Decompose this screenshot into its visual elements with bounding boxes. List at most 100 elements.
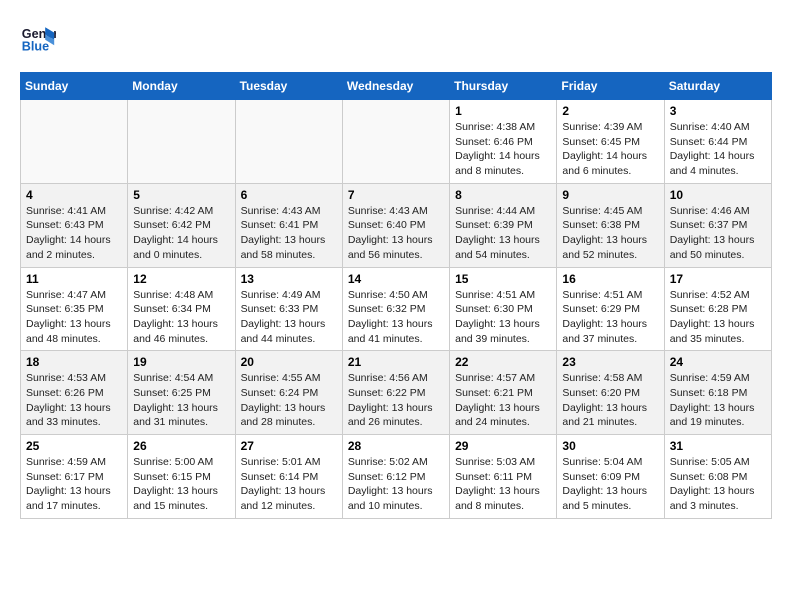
calendar-cell: 4 Sunrise: 4:41 AMSunset: 6:43 PMDaylight… <box>21 183 128 267</box>
day-info: Sunrise: 4:59 AMSunset: 6:17 PMDaylight:… <box>26 455 122 514</box>
calendar-cell <box>128 100 235 184</box>
calendar-cell <box>235 100 342 184</box>
weekday-header: Monday <box>128 73 235 100</box>
calendar-cell: 2 Sunrise: 4:39 AMSunset: 6:45 PMDaylight… <box>557 100 664 184</box>
day-number: 7 <box>348 188 444 202</box>
day-number: 20 <box>241 355 337 369</box>
day-info: Sunrise: 5:03 AMSunset: 6:11 PMDaylight:… <box>455 455 551 514</box>
calendar-cell: 15 Sunrise: 4:51 AMSunset: 6:30 PMDayligh… <box>450 267 557 351</box>
calendar-cell: 29Sunrise: 5:03 AMSunset: 6:11 PMDayligh… <box>450 435 557 519</box>
day-number: 22 <box>455 355 551 369</box>
day-number: 10 <box>670 188 766 202</box>
day-info: Sunrise: 4:56 AMSunset: 6:22 PMDaylight:… <box>348 371 444 430</box>
day-info: Sunrise: 4:43 AMSunset: 6:40 PMDaylight:… <box>348 204 444 263</box>
calendar-cell: 9Sunrise: 4:45 AMSunset: 6:38 PMDaylight… <box>557 183 664 267</box>
calendar-week-row: 25 Sunrise: 4:59 AMSunset: 6:17 PMDayligh… <box>21 435 772 519</box>
calendar-cell: 12Sunrise: 4:48 AMSunset: 6:34 PMDayligh… <box>128 267 235 351</box>
calendar-week-row: 4 Sunrise: 4:41 AMSunset: 6:43 PMDaylight… <box>21 183 772 267</box>
weekday-header: Saturday <box>664 73 771 100</box>
weekday-header: Thursday <box>450 73 557 100</box>
day-info: Sunrise: 4:43 AMSunset: 6:41 PMDaylight:… <box>241 204 337 263</box>
calendar-cell: 20 Sunrise: 4:55 AMSunset: 6:24 PMDayligh… <box>235 351 342 435</box>
weekday-header: Sunday <box>21 73 128 100</box>
calendar-cell: 17 Sunrise: 4:52 AMSunset: 6:28 PMDayligh… <box>664 267 771 351</box>
calendar-cell: 25 Sunrise: 4:59 AMSunset: 6:17 PMDayligh… <box>21 435 128 519</box>
day-number: 2 <box>562 104 658 118</box>
weekday-header: Wednesday <box>342 73 449 100</box>
day-info: Sunrise: 4:42 AMSunset: 6:42 PMDaylight:… <box>133 204 229 263</box>
calendar-cell: 13 Sunrise: 4:49 AMSunset: 6:33 PMDayligh… <box>235 267 342 351</box>
day-number: 31 <box>670 439 766 453</box>
svg-text:Blue: Blue <box>22 40 49 54</box>
day-info: Sunrise: 5:02 AMSunset: 6:12 PMDaylight:… <box>348 455 444 514</box>
calendar-cell: 21 Sunrise: 4:56 AMSunset: 6:22 PMDayligh… <box>342 351 449 435</box>
calendar-cell <box>21 100 128 184</box>
page-header: General Blue <box>20 20 772 56</box>
day-number: 5 <box>133 188 229 202</box>
day-info: Sunrise: 4:59 AMSunset: 6:18 PMDaylight:… <box>670 371 766 430</box>
day-number: 18 <box>26 355 122 369</box>
day-info: Sunrise: 4:53 AMSunset: 6:26 PMDaylight:… <box>26 371 122 430</box>
day-info: Sunrise: 4:40 AMSunset: 6:44 PMDaylight:… <box>670 120 766 179</box>
calendar-cell: 27Sunrise: 5:01 AMSunset: 6:14 PMDayligh… <box>235 435 342 519</box>
calendar-cell: 11Sunrise: 4:47 AMSunset: 6:35 PMDayligh… <box>21 267 128 351</box>
calendar-cell: 6 Sunrise: 4:43 AMSunset: 6:41 PMDaylight… <box>235 183 342 267</box>
calendar-cell: 3Sunrise: 4:40 AMSunset: 6:44 PMDaylight… <box>664 100 771 184</box>
day-number: 25 <box>26 439 122 453</box>
day-info: Sunrise: 4:51 AMSunset: 6:30 PMDaylight:… <box>455 288 551 347</box>
day-number: 14 <box>348 272 444 286</box>
day-number: 30 <box>562 439 658 453</box>
day-number: 19 <box>133 355 229 369</box>
day-info: Sunrise: 4:39 AMSunset: 6:45 PMDaylight:… <box>562 120 658 179</box>
day-number: 13 <box>241 272 337 286</box>
day-number: 16 <box>562 272 658 286</box>
day-number: 23 <box>562 355 658 369</box>
day-number: 21 <box>348 355 444 369</box>
calendar-cell: 22 Sunrise: 4:57 AMSunset: 6:21 PMDayligh… <box>450 351 557 435</box>
calendar-week-row: 11Sunrise: 4:47 AMSunset: 6:35 PMDayligh… <box>21 267 772 351</box>
calendar-table: SundayMondayTuesdayWednesdayThursdayFrid… <box>20 72 772 519</box>
day-number: 1 <box>455 104 551 118</box>
day-info: Sunrise: 4:51 AMSunset: 6:29 PMDaylight:… <box>562 288 658 347</box>
day-info: Sunrise: 5:04 AMSunset: 6:09 PMDaylight:… <box>562 455 658 514</box>
day-info: Sunrise: 4:49 AMSunset: 6:33 PMDaylight:… <box>241 288 337 347</box>
day-number: 11 <box>26 272 122 286</box>
day-number: 15 <box>455 272 551 286</box>
logo: General Blue <box>20 20 60 56</box>
calendar-cell: 30 Sunrise: 5:04 AMSunset: 6:09 PMDayligh… <box>557 435 664 519</box>
calendar-cell: 7 Sunrise: 4:43 AMSunset: 6:40 PMDaylight… <box>342 183 449 267</box>
day-number: 17 <box>670 272 766 286</box>
day-number: 4 <box>26 188 122 202</box>
day-number: 28 <box>348 439 444 453</box>
day-info: Sunrise: 5:01 AMSunset: 6:14 PMDaylight:… <box>241 455 337 514</box>
day-number: 24 <box>670 355 766 369</box>
day-info: Sunrise: 5:00 AMSunset: 6:15 PMDaylight:… <box>133 455 229 514</box>
calendar-cell <box>342 100 449 184</box>
logo-icon: General Blue <box>20 20 56 56</box>
calendar-header-row: SundayMondayTuesdayWednesdayThursdayFrid… <box>21 73 772 100</box>
day-number: 26 <box>133 439 229 453</box>
calendar-week-row: 1Sunrise: 4:38 AMSunset: 6:46 PMDaylight… <box>21 100 772 184</box>
day-info: Sunrise: 4:57 AMSunset: 6:21 PMDaylight:… <box>455 371 551 430</box>
day-info: Sunrise: 5:05 AMSunset: 6:08 PMDaylight:… <box>670 455 766 514</box>
day-info: Sunrise: 4:50 AMSunset: 6:32 PMDaylight:… <box>348 288 444 347</box>
calendar-cell: 28 Sunrise: 5:02 AMSunset: 6:12 PMDayligh… <box>342 435 449 519</box>
calendar-cell: 23 Sunrise: 4:58 AMSunset: 6:20 PMDayligh… <box>557 351 664 435</box>
calendar-week-row: 18 Sunrise: 4:53 AMSunset: 6:26 PMDayligh… <box>21 351 772 435</box>
day-info: Sunrise: 4:41 AMSunset: 6:43 PMDaylight:… <box>26 204 122 263</box>
calendar-cell: 18 Sunrise: 4:53 AMSunset: 6:26 PMDayligh… <box>21 351 128 435</box>
calendar-cell: 10 Sunrise: 4:46 AMSunset: 6:37 PMDayligh… <box>664 183 771 267</box>
day-info: Sunrise: 4:46 AMSunset: 6:37 PMDaylight:… <box>670 204 766 263</box>
day-info: Sunrise: 4:45 AMSunset: 6:38 PMDaylight:… <box>562 204 658 263</box>
calendar-body: 1Sunrise: 4:38 AMSunset: 6:46 PMDaylight… <box>21 100 772 519</box>
day-number: 6 <box>241 188 337 202</box>
calendar-cell: 1Sunrise: 4:38 AMSunset: 6:46 PMDaylight… <box>450 100 557 184</box>
day-info: Sunrise: 4:58 AMSunset: 6:20 PMDaylight:… <box>562 371 658 430</box>
day-number: 8 <box>455 188 551 202</box>
calendar-cell: 8Sunrise: 4:44 AMSunset: 6:39 PMDaylight… <box>450 183 557 267</box>
day-info: Sunrise: 4:52 AMSunset: 6:28 PMDaylight:… <box>670 288 766 347</box>
calendar-cell: 24 Sunrise: 4:59 AMSunset: 6:18 PMDayligh… <box>664 351 771 435</box>
day-info: Sunrise: 4:48 AMSunset: 6:34 PMDaylight:… <box>133 288 229 347</box>
calendar-cell: 16 Sunrise: 4:51 AMSunset: 6:29 PMDayligh… <box>557 267 664 351</box>
day-info: Sunrise: 4:55 AMSunset: 6:24 PMDaylight:… <box>241 371 337 430</box>
